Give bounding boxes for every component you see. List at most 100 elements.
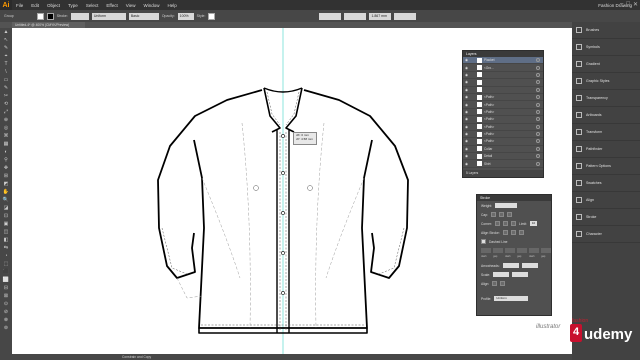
- tool-24-icon[interactable]: ▣: [0, 220, 12, 228]
- scale-end-field[interactable]: [512, 272, 529, 277]
- dashed-line-checkbox[interactable]: [481, 239, 486, 244]
- gap-field-2[interactable]: [517, 248, 527, 253]
- tool-28-icon[interactable]: ◔: [0, 252, 12, 260]
- scale-start-field[interactable]: [493, 272, 510, 277]
- tool-2-icon[interactable]: ✎: [0, 44, 12, 52]
- arrow-align-button-2[interactable]: [500, 281, 506, 286]
- menu-file[interactable]: File: [12, 3, 27, 8]
- target-icon[interactable]: [536, 132, 540, 137]
- tool-34-icon[interactable]: ⊙: [0, 300, 12, 308]
- butt-cap-button[interactable]: [490, 212, 496, 217]
- tool-19-icon[interactable]: ◩: [0, 180, 12, 188]
- round-join-button[interactable]: [503, 221, 508, 226]
- round-cap-button[interactable]: [498, 212, 504, 217]
- visibility-eye-icon[interactable]: ◉: [463, 66, 470, 70]
- dock-item-graphic-styles[interactable]: Graphic Styles: [572, 73, 640, 90]
- dock-item-gradient[interactable]: Gradient: [572, 56, 640, 73]
- layer-row[interactable]: ◉ <Path>: [463, 131, 543, 139]
- menu-view[interactable]: View: [122, 3, 140, 8]
- width-field[interactable]: 1.867 mm: [369, 12, 392, 20]
- visibility-eye-icon[interactable]: ◉: [463, 162, 470, 166]
- dock-item-pathfinder[interactable]: Pathfinder: [572, 141, 640, 158]
- tool-14-icon[interactable]: ▦: [0, 140, 12, 148]
- tool-27-icon[interactable]: ⇆: [0, 244, 12, 252]
- layer-row[interactable]: ◉ <Path>: [463, 124, 543, 131]
- tool-7-icon[interactable]: ✎: [0, 84, 12, 92]
- layer-row[interactable]: ◉ <Path>: [463, 94, 543, 102]
- tool-22-icon[interactable]: ◪: [0, 204, 12, 212]
- target-icon[interactable]: [536, 102, 540, 107]
- target-icon[interactable]: [536, 146, 540, 151]
- minimize-icon[interactable]: –: [620, 1, 623, 8]
- align-center-button[interactable]: [502, 230, 508, 235]
- visibility-eye-icon[interactable]: ◉: [463, 80, 470, 84]
- layer-row[interactable]: ◉ <Path>: [463, 138, 543, 146]
- visibility-eye-icon[interactable]: ◉: [463, 132, 470, 136]
- tool-35-icon[interactable]: ⊘: [0, 308, 12, 316]
- visibility-eye-icon[interactable]: ◉: [463, 154, 470, 158]
- dock-item-artboards[interactable]: Artboards: [572, 107, 640, 124]
- layer-row[interactable]: ◉: [463, 79, 543, 87]
- tool-16-icon[interactable]: ⚲: [0, 156, 12, 164]
- target-icon[interactable]: [536, 65, 540, 70]
- dash-field-3[interactable]: [529, 248, 539, 253]
- layer-row[interactable]: ◉ Detail: [463, 153, 543, 161]
- brush-definition[interactable]: Basic: [128, 12, 159, 20]
- tool-21-icon[interactable]: 🔍: [0, 196, 12, 204]
- stroke-weight-field[interactable]: [70, 12, 89, 20]
- layer-row[interactable]: ◉ <Path>: [463, 109, 543, 117]
- arrow-start-select[interactable]: [502, 263, 519, 268]
- target-icon[interactable]: [536, 87, 540, 92]
- visibility-eye-icon[interactable]: ◉: [463, 58, 470, 62]
- bevel-join-button[interactable]: [511, 221, 516, 226]
- target-icon[interactable]: [536, 80, 540, 85]
- variable-width-profile[interactable]: Uniform: [91, 12, 126, 20]
- tool-36-icon[interactable]: ⊗: [0, 316, 12, 324]
- visibility-eye-icon[interactable]: ◉: [463, 95, 470, 99]
- target-icon[interactable]: [536, 161, 540, 166]
- tool-32-icon[interactable]: ⊟: [0, 284, 12, 292]
- tool-31-icon[interactable]: ⬜: [0, 276, 12, 284]
- tool-37-icon[interactable]: ⊚: [0, 324, 12, 332]
- profile-select[interactable]: Uniform: [494, 296, 529, 301]
- layer-row[interactable]: ◉ Collar: [463, 146, 543, 154]
- layer-row[interactable]: ◉ <Path>: [463, 116, 543, 124]
- tool-0-icon[interactable]: ▲: [0, 28, 12, 36]
- tool-4-icon[interactable]: T: [0, 60, 12, 68]
- limit-field[interactable]: 10: [529, 221, 538, 226]
- tool-30-icon[interactable]: ⬛: [0, 268, 12, 276]
- dock-item-brushes[interactable]: Brushes: [572, 22, 640, 39]
- tool-6-icon[interactable]: ▭: [0, 76, 12, 84]
- menu-help[interactable]: Help: [163, 3, 180, 8]
- graphic-style-swatch[interactable]: [208, 12, 216, 20]
- dock-item-symbols[interactable]: Symbols: [572, 39, 640, 56]
- tool-12-icon[interactable]: ◎: [0, 124, 12, 132]
- menu-edit[interactable]: Edit: [27, 3, 43, 8]
- x-field[interactable]: [319, 12, 342, 20]
- height-field[interactable]: [394, 12, 417, 20]
- dock-item-pattern-options[interactable]: Pattern Options: [572, 158, 640, 175]
- target-icon[interactable]: [536, 95, 540, 100]
- arrow-end-select[interactable]: [521, 263, 538, 268]
- visibility-eye-icon[interactable]: ◉: [463, 117, 470, 121]
- stroke-swatch[interactable]: [46, 12, 54, 20]
- dock-item-stroke[interactable]: Stroke: [572, 209, 640, 226]
- tool-18-icon[interactable]: ⊞: [0, 172, 12, 180]
- align-inside-button[interactable]: [510, 230, 516, 235]
- dock-item-swatches[interactable]: Swatches: [572, 175, 640, 192]
- menu-window[interactable]: Window: [139, 3, 163, 8]
- fill-swatch[interactable]: [36, 12, 44, 20]
- layer-row[interactable]: ◉ <Gro...: [463, 64, 543, 72]
- layer-row[interactable]: ◉ <Path>: [463, 101, 543, 109]
- tool-33-icon[interactable]: ⊠: [0, 292, 12, 300]
- projecting-cap-button[interactable]: [506, 212, 512, 217]
- dash-field-1[interactable]: [481, 248, 491, 253]
- menu-effect[interactable]: Effect: [102, 3, 121, 8]
- tool-5-icon[interactable]: \: [0, 68, 12, 76]
- stroke-panel[interactable]: Stroke Weight: Cap: Corner: Limit: 10 Alig…: [476, 194, 552, 316]
- layer-row[interactable]: ◉: [463, 72, 543, 80]
- dock-item-align[interactable]: Align: [572, 192, 640, 209]
- tool-25-icon[interactable]: ◫: [0, 228, 12, 236]
- tool-11-icon[interactable]: ⊕: [0, 116, 12, 124]
- target-icon[interactable]: [536, 72, 540, 77]
